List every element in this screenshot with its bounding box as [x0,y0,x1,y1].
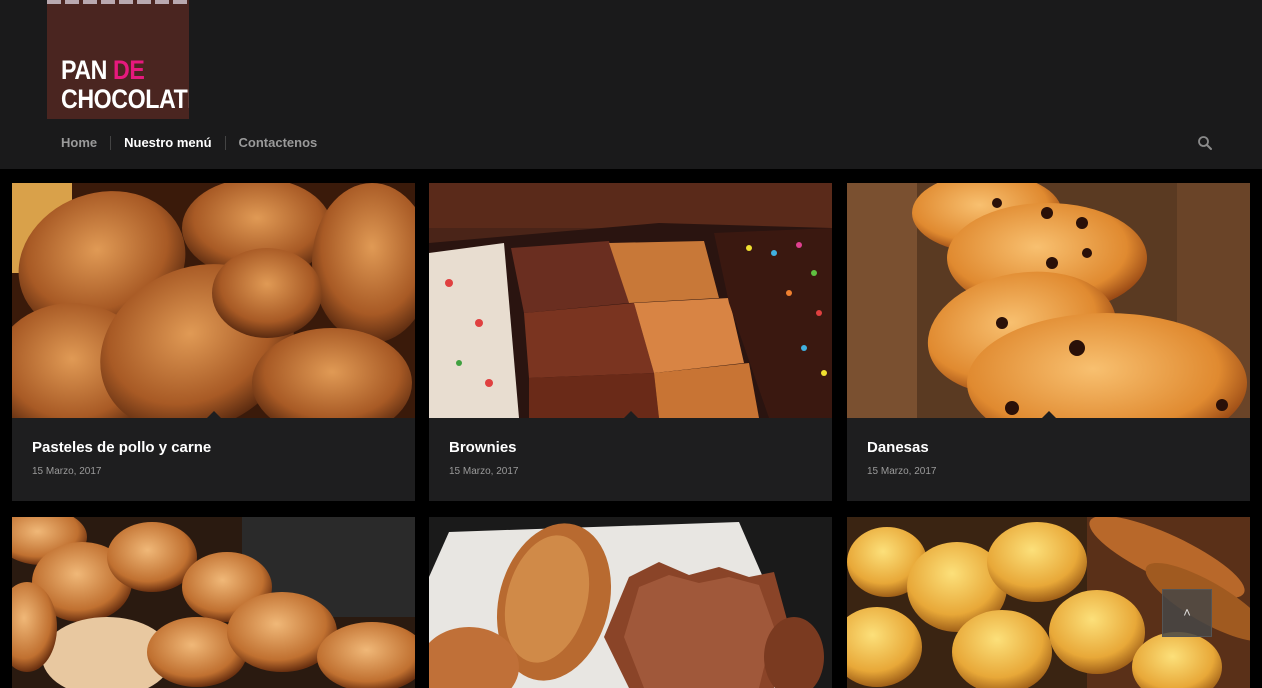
post-image-danish-pastries-basket[interactable] [847,183,1250,418]
nav-item-contactenos[interactable]: Contactenos [226,133,331,153]
logo-word-de: DE [113,55,145,85]
search-icon[interactable] [1197,135,1213,151]
card-pointer [1040,411,1058,420]
logo-decoration [47,0,189,4]
post-card[interactable] [12,517,415,688]
nav-item-home[interactable]: Home [48,133,110,153]
site-header: PAN DE CHOCOLATE Home Nuestro menú Conta… [0,0,1262,169]
post-title[interactable]: Danesas [867,439,929,456]
post-date: 15 Marzo, 2017 [867,466,937,477]
main-navigation: Home Nuestro menú Contactenos [48,133,330,153]
post-title[interactable]: Brownies [449,439,517,456]
chevron-up-icon: ˄ [1183,605,1191,620]
post-card[interactable]: Danesas 15 Marzo, 2017 [847,183,1250,501]
logo-word-pan: PAN [61,55,108,85]
post-image-croissants-basket[interactable] [12,517,415,688]
card-pointer [205,411,223,420]
post-image-chicken-meat-pastries[interactable] [12,183,415,418]
post-card[interactable]: Pasteles de pollo y carne 15 Marzo, 2017 [12,183,415,501]
logo-word-chocolate: CHOCOLATE [61,84,189,114]
site-logo[interactable]: PAN DE CHOCOLATE [47,0,189,119]
scroll-to-top-button[interactable]: ˄ [1162,589,1212,637]
post-date: 15 Marzo, 2017 [32,466,102,477]
post-date: 15 Marzo, 2017 [449,466,519,477]
post-title[interactable]: Pasteles de pollo y carne [32,439,211,456]
post-image-brownies-tray[interactable] [429,183,832,418]
card-pointer [622,411,640,420]
post-card[interactable]: Brownies 15 Marzo, 2017 [429,183,832,501]
nav-item-nuestro-menu[interactable]: Nuestro menú [111,133,224,153]
logo-text: PAN DE CHOCOLATE [61,56,189,114]
post-image-palmeras-chocolate[interactable] [429,517,832,688]
post-card[interactable] [429,517,832,688]
